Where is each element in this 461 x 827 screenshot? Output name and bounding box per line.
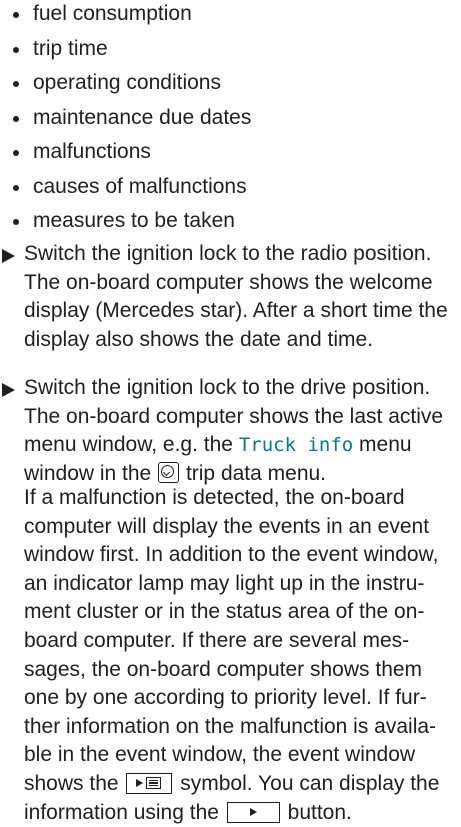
text-segment: trip data menu. — [185, 461, 327, 485]
text-line: shows the symbol. You can display the — [24, 770, 461, 799]
step-text: Switch the ignition lock to the radio po… — [24, 240, 461, 354]
text-segment: information using the — [24, 800, 219, 824]
text-line: sages, the on-board computer shows them — [24, 657, 423, 681]
list-lines-icon — [146, 776, 162, 789]
text-line: ther information on the malfunction is a… — [24, 714, 437, 738]
text-segment: menu — [359, 433, 412, 457]
bullet-dot — [13, 184, 19, 191]
text-line: information using the button. — [24, 799, 461, 827]
list-item: maintenance due dates — [8, 106, 458, 141]
list-item-text: fuel consumption — [33, 2, 192, 25]
list-item-text: malfunctions — [33, 140, 151, 163]
step-text: Switch the ignition lock to the drive po… — [24, 374, 461, 488]
list-item-text: causes of malfunctions — [33, 174, 247, 198]
list-item: measures to be taken — [8, 209, 458, 244]
list-item: malfunctions — [8, 140, 458, 175]
text-line: display also shows the date and time. — [24, 327, 374, 351]
bullet-dot — [13, 81, 19, 87]
text-line: an indicator lamp may light up in the in… — [24, 571, 425, 595]
bullet-list: fuel consumption trip time operating con… — [8, 2, 458, 244]
bullet-dot — [13, 12, 19, 18]
text-line: Switch the ignition lock to the radio po… — [24, 242, 432, 265]
list-item: fuel consumption — [8, 2, 458, 37]
text-line: ment cluster or in the status area of th… — [24, 600, 425, 624]
bullet-dot — [13, 115, 19, 122]
step-arrow-icon — [2, 249, 15, 263]
play-button-icon — [226, 801, 280, 823]
text-segment: button. — [287, 800, 352, 824]
trip-data-icon — [158, 461, 180, 483]
text-segment: menu window, e.g. the — [24, 433, 233, 457]
list-item-text: trip time — [33, 36, 108, 60]
text-segment: shows the — [24, 771, 119, 795]
text-line: one by one according to priority level. … — [24, 686, 427, 710]
text-line: display (Mercedes star). After a short t… — [24, 299, 448, 323]
text-line: window first. In addition to the event w… — [24, 543, 439, 567]
bullet-dot — [13, 46, 19, 53]
text-line: Switch the ignition lock to the drive po… — [24, 376, 431, 399]
text-line: menu window, e.g. the Truck info menu — [24, 431, 461, 460]
step-arrow-icon — [2, 383, 15, 397]
list-item: trip time — [8, 37, 458, 72]
malfunction-info-paragraph: If a malfunction is detected, the on-boa… — [24, 484, 461, 827]
list-item-text: maintenance due dates — [33, 105, 252, 129]
text-segment: symbol. You can display the — [180, 771, 440, 795]
play-triangle-icon — [136, 778, 144, 787]
manual-page: fuel consumption trip time operating con… — [0, 0, 461, 824]
list-item: operating conditions — [8, 71, 458, 106]
list-item: causes of malfunctions — [8, 175, 458, 210]
bullet-dot — [13, 150, 19, 156]
list-item-text: measures to be taken — [33, 209, 235, 232]
text-line: ble in the event window, the event windo… — [24, 743, 416, 767]
text-segment: window in the — [24, 461, 152, 485]
list-item-text: operating conditions — [33, 71, 221, 94]
play-list-icon — [126, 772, 173, 794]
text-line: board computer. If there are several mes… — [24, 628, 410, 652]
bullet-dot — [13, 219, 19, 225]
text-line: The on-board computer shows the last act… — [24, 404, 444, 428]
menu-window-name: Truck info — [238, 434, 354, 457]
text-line: computer will display the events in an e… — [24, 514, 430, 538]
text-line: The on-board computer shows the welcome — [24, 270, 433, 294]
play-triangle-icon — [249, 807, 257, 816]
text-line: If a malfunction is detected, the on-boa… — [24, 486, 405, 509]
